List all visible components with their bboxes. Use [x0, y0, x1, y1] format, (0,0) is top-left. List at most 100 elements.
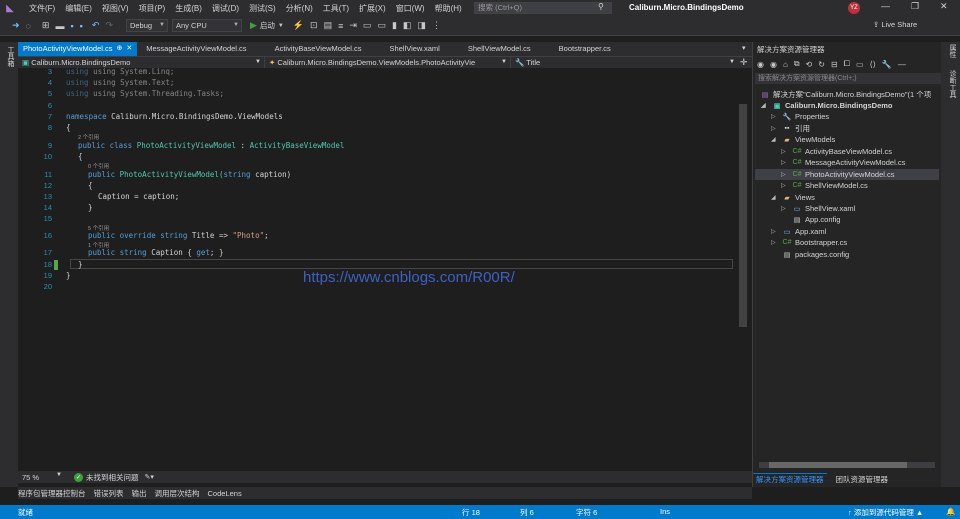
uncomment-icon[interactable]: ▭ [377, 20, 386, 31]
search-icon[interactable]: ⚲ [598, 2, 604, 11]
tab-shellview[interactable]: ShellView.xaml [385, 42, 445, 56]
tab-output[interactable]: 输出 [132, 488, 147, 499]
code-editor[interactable]: 3 4 5 6 7 8 9 10 11 12 13 14 15 16 17 18… [18, 67, 735, 471]
toolbar-icon-a[interactable]: ⊡ [310, 20, 318, 31]
close-icon[interactable]: ✕ [940, 1, 948, 12]
zoom-select[interactable]: 75 % ▼ [18, 472, 66, 482]
menu-window[interactable]: 窗口(W) [391, 3, 430, 14]
tab-call-hierarchy[interactable]: 调用层次结构 [155, 488, 200, 499]
tree-item-bootstrapper[interactable]: ▷ C# Bootstrapper.cs [771, 237, 847, 248]
tab-activitybaseviewmodel[interactable]: ActivityBaseViewModel.cs [270, 42, 367, 56]
collapse-arrow-icon[interactable]: ▷ [781, 182, 791, 189]
member-select[interactable]: 🔧 Title ▼ [510, 56, 738, 69]
pending-changes-icon[interactable]: ⟲ [806, 60, 813, 69]
tree-item-app-xaml[interactable]: ▷ ▭ App.xaml [771, 226, 826, 237]
tree-item-shellview[interactable]: ▷ ▭ ShellView.xaml [781, 203, 855, 214]
format-icon[interactable]: ≡ [338, 21, 343, 31]
editor-vertical-scrollbar[interactable] [736, 68, 750, 471]
expand-arrow-icon[interactable]: ◢ [771, 194, 781, 201]
start-icon[interactable]: ▶ [250, 20, 257, 31]
issues-indicator[interactable]: ✓ 未找到相关问题 ✎▾ [74, 472, 154, 483]
tree-item-photoactivityviewmodel[interactable]: ▷ C# PhotoActivityViewModel.cs [755, 169, 939, 180]
menu-help[interactable]: 帮助(H) [430, 3, 467, 14]
tab-error-list[interactable]: 错误列表 [94, 488, 124, 499]
sync-icon[interactable]: ↻ [818, 60, 825, 69]
status-line[interactable]: 行 18 [462, 507, 480, 518]
scrollbar-thumb[interactable] [739, 104, 747, 327]
status-insert-mode[interactable]: Ins [660, 507, 670, 516]
expand-arrow-icon[interactable]: ◢ [761, 102, 771, 109]
tree-item-activitybaseviewmodel[interactable]: ▷ C# ActivityBaseViewModel.cs [781, 146, 892, 157]
live-share-button[interactable]: ⇪ Live Share [873, 20, 917, 29]
comment-icon[interactable]: ▭ [363, 20, 372, 31]
scrollbar-thumb[interactable] [769, 462, 907, 468]
tab-codelens[interactable]: CodeLens [208, 489, 242, 498]
back-icon[interactable]: ➜ [12, 20, 20, 31]
home-icon[interactable]: ⌂ [783, 60, 788, 69]
pin-icon[interactable]: ⊕ [116, 42, 122, 56]
menu-project[interactable]: 项目(P) [134, 3, 171, 14]
hot-reload-icon[interactable]: ⚡ [293, 20, 304, 31]
close-tab-icon[interactable]: ✕ [126, 42, 132, 56]
preview-icon[interactable]: ▭ [856, 60, 864, 69]
brush-icon[interactable]: ✎▾ [145, 473, 154, 481]
redo-icon[interactable]: ↷ [105, 20, 113, 31]
collapse-all-icon[interactable]: ⊟ [831, 60, 838, 69]
tab-team-explorer[interactable]: 团队资源管理器 [833, 474, 892, 485]
tab-overflow-icon[interactable]: ▾ [742, 44, 746, 52]
properties-icon[interactable]: 🔧 [882, 60, 892, 69]
menu-test[interactable]: 测试(S) [244, 3, 281, 14]
tab-photoactivityviewmodel[interactable]: PhotoActivityViewModel.cs ⊕ ✕ [18, 42, 138, 56]
menu-view[interactable]: 视图(V) [97, 3, 134, 14]
menu-debug[interactable]: 调试(D) [207, 3, 244, 14]
new-project-icon[interactable]: ⊞ [42, 20, 50, 31]
code-icon[interactable]: ⟨⟩ [870, 60, 876, 69]
type-select[interactable]: ✦ Caliburn.Micro.BindingsDemo.ViewModels… [264, 56, 510, 69]
properties-tab[interactable]: 属性 [947, 44, 957, 58]
tree-item-solution[interactable]: ▤ 解决方案"Caliburn.Micro.BindingsDemo"(1 个项 [759, 89, 932, 100]
menu-file[interactable]: 文件(F) [24, 3, 60, 14]
toolbar-icon-b[interactable]: ▤ [324, 20, 333, 31]
tree-item-shellviewmodel[interactable]: ▷ C# ShellViewModel.cs [781, 180, 868, 191]
expand-arrow-icon[interactable]: ◢ [771, 136, 781, 143]
platform-select[interactable]: Any CPU ▼ [171, 19, 242, 32]
tree-item-views[interactable]: ◢ ▰ Views [771, 192, 815, 203]
menu-analyze[interactable]: 分析(N) [281, 3, 318, 14]
explorer-horizontal-scrollbar[interactable] [759, 462, 935, 468]
bookmark-icon[interactable]: ▮ [392, 20, 397, 31]
show-all-files-icon[interactable]: ⧠ [844, 59, 850, 69]
tree-item-packages-config[interactable]: ▤ packages.config [771, 249, 850, 260]
menu-build[interactable]: 生成(B) [170, 3, 207, 14]
bookmark-prev-icon[interactable]: ◧ [403, 20, 412, 31]
collapse-arrow-icon[interactable]: ▷ [781, 159, 791, 166]
undo-icon[interactable]: ↶ [92, 20, 100, 31]
menu-edit[interactable]: 编辑(E) [60, 3, 97, 14]
diagnostic-tools-tab[interactable]: 诊断工具 [947, 70, 957, 98]
bookmark-next-icon[interactable]: ◨ [417, 20, 426, 31]
tree-item-viewmodels[interactable]: ◢ ▰ ViewModels [771, 134, 835, 145]
tab-solution-explorer[interactable]: 解决方案资源管理器 [753, 473, 827, 485]
codelens-references[interactable]: 0 个引用 [88, 162, 109, 170]
collapse-arrow-icon[interactable]: ▷ [781, 205, 791, 212]
open-file-icon[interactable]: ▬ [55, 21, 64, 31]
split-icon[interactable]: ✛ [740, 57, 748, 68]
minimize-icon[interactable]: — [881, 1, 890, 11]
tab-shellviewmodel[interactable]: ShellViewModel.cs [463, 42, 536, 56]
search-input[interactable]: 搜索 (Ctrl+Q) [474, 2, 612, 14]
menu-extensions[interactable]: 扩展(X) [354, 3, 391, 14]
save-all-icon[interactable]: ▪ [80, 21, 83, 31]
collapse-arrow-icon[interactable]: ▷ [771, 113, 781, 120]
solution-search-input[interactable]: 搜索解决方案资源管理器(Ctrl+;) [755, 73, 941, 84]
forward-icon[interactable]: ◉ [770, 60, 777, 69]
restore-icon[interactable]: ❐ [911, 1, 919, 12]
toolbar-overflow-icon[interactable]: ⋮ [432, 20, 441, 31]
indent-icon[interactable]: ⇥ [349, 20, 357, 31]
add-to-source-control-button[interactable]: ↑ 添加到源代码管理 ▲ [848, 507, 923, 518]
status-char[interactable]: 字符 6 [576, 507, 597, 518]
tab-bootstrapper[interactable]: Bootstrapper.cs [554, 42, 616, 56]
tab-messageactivityviewmodel[interactable]: MessageActivityViewModel.cs [141, 42, 251, 56]
start-dropdown-icon[interactable]: ▼ [278, 23, 284, 29]
notifications-icon[interactable]: 🔔 [946, 507, 955, 516]
tree-item-project[interactable]: ◢ ▣ Caliburn.Micro.BindingsDemo [761, 100, 893, 111]
status-column[interactable]: 列 6 [520, 507, 534, 518]
